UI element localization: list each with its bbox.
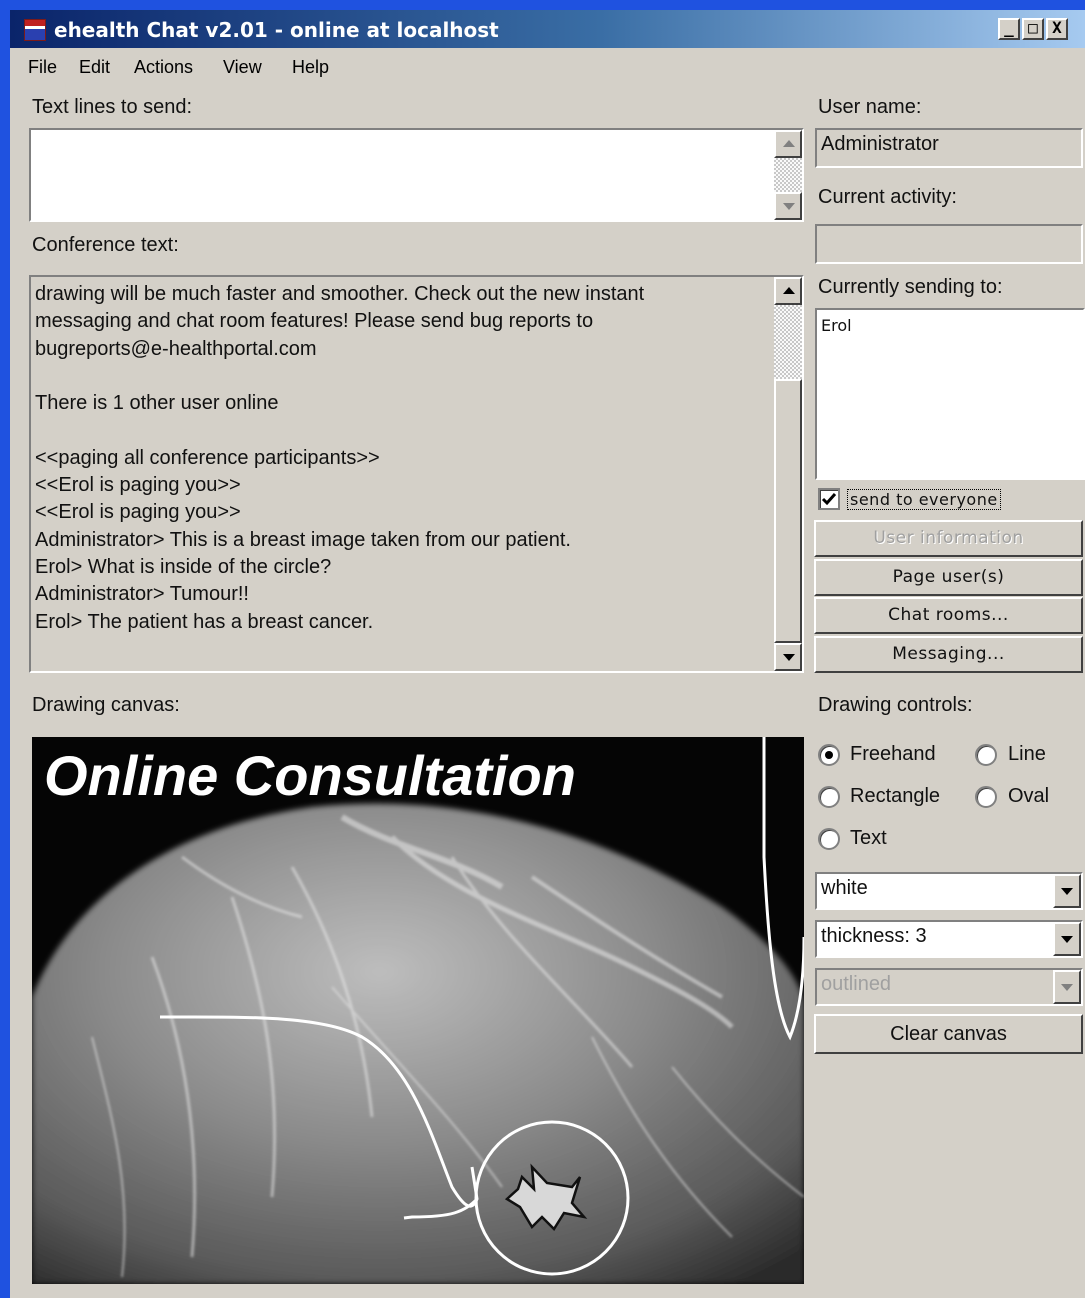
conference-scrollbar[interactable] [774, 277, 802, 671]
send-to-everyone-checkbox[interactable] [818, 488, 840, 510]
conference-scroll-down-button[interactable] [774, 643, 802, 671]
fill-select-value: outlined [821, 973, 892, 995]
conference-line: Administrator> This is a breast image ta… [35, 528, 571, 551]
messaging-button[interactable]: Messaging... [814, 636, 1083, 673]
menu-help[interactable]: Help [292, 57, 329, 78]
checkmark-icon [821, 493, 837, 506]
app-icon [24, 19, 46, 41]
menu-file[interactable]: File [28, 57, 57, 78]
current-activity-field[interactable] [815, 224, 1083, 264]
chat-window: ehealth Chat v2.01 - online at localhost… [10, 10, 1085, 1298]
mammogram-image [32, 737, 804, 1284]
drawing-canvas[interactable]: Online Consultation [32, 737, 804, 1284]
menu-edit[interactable]: Edit [79, 57, 110, 78]
recipient-item[interactable]: Erol [821, 316, 852, 335]
fill-dropdown-button[interactable] [1053, 970, 1081, 1004]
user-name-field[interactable]: Administrator [815, 128, 1083, 168]
chat-rooms-button[interactable]: Chat rooms... [814, 597, 1083, 634]
send-scroll-down-button[interactable] [774, 192, 802, 220]
line-radio[interactable] [975, 744, 997, 766]
page-users-button[interactable]: Page user(s) [814, 559, 1083, 596]
text-radio[interactable] [818, 828, 840, 850]
conference-line [35, 363, 768, 390]
down-arrow-icon [783, 203, 795, 210]
clear-canvas-button[interactable]: Clear canvas [814, 1014, 1083, 1054]
fill-select[interactable]: outlined [815, 968, 1083, 1006]
color-select[interactable]: white [815, 872, 1083, 910]
chevron-down-icon [1061, 888, 1073, 895]
up-arrow-icon [783, 140, 795, 147]
user-information-button[interactable]: User information [814, 520, 1083, 557]
text-label[interactable]: Text [850, 827, 887, 850]
conference-line: <<Erol is paging you>> [35, 501, 241, 524]
thickness-select-value: thickness: 3 [821, 925, 927, 947]
send-scrollbar[interactable] [774, 130, 802, 220]
down-arrow-icon [783, 654, 795, 661]
freehand-label[interactable]: Freehand [850, 743, 936, 766]
thickness-dropdown-button[interactable] [1053, 922, 1081, 956]
close-button[interactable]: X [1046, 18, 1068, 40]
conference-scroll-up-button[interactable] [774, 277, 802, 305]
line-label[interactable]: Line [1008, 743, 1046, 766]
menu-bar: File Edit Actions View Help [10, 54, 1085, 84]
drawing-controls-label: Drawing controls: [818, 694, 973, 716]
conference-line: drawing will be much faster and smoother… [35, 283, 645, 305]
conference-line: <<Erol is paging you>> [35, 474, 241, 497]
menu-actions[interactable]: Actions [134, 57, 193, 78]
up-arrow-icon [783, 287, 795, 294]
color-dropdown-button[interactable] [1053, 874, 1081, 908]
menu-view[interactable]: View [223, 57, 262, 78]
rectangle-label[interactable]: Rectangle [850, 785, 940, 808]
title-bar[interactable]: ehealth Chat v2.01 - online at localhost… [10, 10, 1085, 48]
text-lines-label: Text lines to send: [32, 96, 193, 118]
conference-scroll-thumb[interactable] [774, 379, 802, 643]
conference-line: messaging and chat room features! Please… [35, 310, 594, 333]
conference-text: drawing will be much faster and smoother… [35, 281, 768, 636]
canvas-title: Online Consultation [44, 744, 576, 807]
oval-radio[interactable] [975, 786, 997, 808]
conference-line: bugreports@e-healthportal.com [35, 337, 317, 360]
conference-line: Erol> What is inside of the circle? [35, 555, 332, 578]
recipient-list[interactable]: Erol [815, 308, 1085, 480]
freehand-radio[interactable] [818, 744, 840, 766]
send-to-everyone-label[interactable]: send to everyone [847, 489, 1001, 510]
send-textarea[interactable] [29, 128, 804, 222]
drawing-canvas-label: Drawing canvas: [32, 694, 180, 716]
rectangle-radio[interactable] [818, 786, 840, 808]
conference-textarea[interactable]: drawing will be much faster and smoother… [29, 275, 804, 673]
chevron-down-icon [1061, 984, 1073, 991]
conference-line: Erol> The patient has a breast cancer. [35, 610, 374, 633]
conference-label: Conference text: [32, 234, 179, 256]
conference-line: Administrator> Tumour!! [35, 583, 249, 606]
window-title: ehealth Chat v2.01 - online at localhost [54, 18, 499, 42]
conference-line: There is 1 other user online [35, 392, 279, 415]
current-activity-label: Current activity: [818, 186, 957, 208]
color-select-value: white [821, 877, 868, 899]
chevron-down-icon [1061, 936, 1073, 943]
currently-sending-label: Currently sending to: [818, 276, 1003, 298]
send-scroll-up-button[interactable] [774, 130, 802, 158]
thickness-select[interactable]: thickness: 3 [815, 920, 1083, 958]
conference-line: <<paging all conference participants>> [35, 446, 380, 469]
oval-label[interactable]: Oval [1008, 785, 1049, 808]
maximize-button[interactable]: □ [1022, 18, 1044, 40]
user-name-label: User name: [818, 96, 922, 118]
minimize-button[interactable]: _ [998, 18, 1020, 40]
conference-line [35, 417, 768, 444]
